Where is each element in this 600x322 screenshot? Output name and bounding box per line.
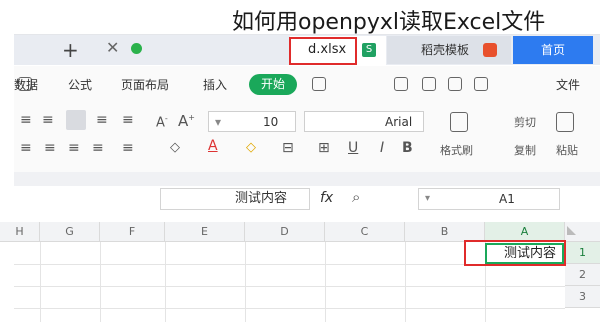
- font-grow-icon[interactable]: A+: [178, 112, 195, 130]
- format-painter-icon[interactable]: [450, 112, 468, 132]
- column-line: [100, 242, 101, 322]
- bold-button[interactable]: B: [402, 140, 413, 156]
- italic-button[interactable]: I: [380, 140, 384, 156]
- plus-icon[interactable]: +: [62, 38, 79, 62]
- fill-color-icon[interactable]: ◇: [246, 140, 256, 155]
- format-painter-label[interactable]: 格式刷: [440, 142, 473, 158]
- status-dot-icon: [131, 43, 142, 54]
- indent-icon[interactable]: ≡: [122, 112, 134, 128]
- font-color-icon[interactable]: A: [208, 138, 218, 154]
- align-top-icon[interactable]: ≡: [20, 112, 32, 128]
- print-preview-icon[interactable]: [394, 77, 408, 91]
- cell-highlight: [464, 240, 566, 266]
- row-header-1[interactable]: 1: [565, 242, 600, 264]
- save-icon[interactable]: [312, 77, 326, 91]
- column-header-g[interactable]: G: [40, 222, 100, 242]
- font-name-select[interactable]: Arial: [304, 111, 424, 132]
- menu-item-page-layout[interactable]: 页面布局: [121, 76, 169, 93]
- column-header-e[interactable]: E: [165, 222, 245, 242]
- menu-item-file[interactable]: 文件: [556, 76, 580, 93]
- tab-template-label: 稻壳模板: [421, 43, 470, 57]
- row-header-3[interactable]: 3: [565, 286, 600, 308]
- font-shrink-icon[interactable]: A-: [156, 114, 168, 130]
- column-line: [165, 242, 166, 322]
- search-icon[interactable]: ⌕: [352, 188, 360, 206]
- spreadsheet-icon: S: [362, 43, 376, 57]
- ribbon-divider: [14, 172, 600, 186]
- close-icon[interactable]: ✕: [106, 38, 119, 57]
- column-header-d[interactable]: D: [245, 222, 325, 242]
- justify-icon[interactable]: ≡: [92, 140, 104, 156]
- column-header-b[interactable]: B: [405, 222, 485, 242]
- select-all-icon: [567, 226, 576, 235]
- orientation-icon[interactable]: ≡: [96, 112, 108, 128]
- template-icon: [483, 43, 497, 57]
- font-size-value: 10: [263, 115, 279, 129]
- column-line: [325, 242, 326, 322]
- align-left-icon[interactable]: ≡: [20, 140, 32, 156]
- column-line: [40, 242, 41, 322]
- clear-format-icon[interactable]: ◇: [170, 140, 180, 155]
- undo-list-icon[interactable]: [474, 77, 488, 91]
- column-header-h[interactable]: H: [0, 222, 40, 242]
- menu-bar: [14, 66, 600, 103]
- tab-template[interactable]: 稻壳模板: [387, 36, 511, 64]
- file-tab-highlight: [289, 37, 357, 65]
- align-center-icon[interactable]: ≡: [44, 140, 56, 156]
- menu-item-insert[interactable]: 插入: [203, 76, 227, 93]
- menu-item-home[interactable]: 开始: [249, 74, 297, 95]
- paste-label[interactable]: 粘贴: [556, 142, 578, 158]
- menu-item-data[interactable]: 数据: [14, 76, 38, 93]
- merge-icon[interactable]: ⊟: [282, 140, 294, 156]
- font-name-value: Arial: [385, 115, 413, 129]
- align-middle-icon[interactable]: ≡: [42, 112, 54, 128]
- row-line: [14, 308, 565, 309]
- chevron-down-icon: ▾: [215, 115, 222, 129]
- cell-reference-box[interactable]: ▾ A1: [418, 188, 560, 210]
- function-icon[interactable]: fx: [320, 190, 333, 206]
- column-header-f[interactable]: F: [100, 222, 165, 242]
- column-header-a[interactable]: A: [485, 222, 565, 242]
- menu-item-formula[interactable]: 公式: [68, 76, 92, 93]
- export-icon[interactable]: [448, 77, 462, 91]
- copy-button[interactable]: 复制: [514, 142, 536, 158]
- chevron-down-icon: ▾: [425, 193, 431, 204]
- font-size-select[interactable]: ▾ 10: [208, 111, 296, 132]
- formula-input[interactable]: 测试内容: [160, 188, 310, 210]
- row-line: [14, 286, 565, 287]
- column-header-c[interactable]: C: [325, 222, 405, 242]
- page-caption: 如何用openpyxl读取Excel文件: [232, 10, 546, 35]
- distribute-icon[interactable]: ≡: [122, 140, 134, 156]
- formula-value: 测试内容: [235, 191, 288, 206]
- cell-reference-value: A1: [499, 192, 515, 206]
- tab-docer-home[interactable]: 首页: [513, 36, 593, 64]
- row-header-2[interactable]: 2: [565, 264, 600, 286]
- column-line: [405, 242, 406, 322]
- border-icon[interactable]: ⊞: [318, 140, 330, 156]
- column-line: [245, 242, 246, 322]
- align-right-icon[interactable]: ≡: [68, 140, 80, 156]
- align-bottom-icon[interactable]: [66, 110, 86, 130]
- print-icon[interactable]: [422, 77, 436, 91]
- paste-icon[interactable]: [556, 112, 574, 132]
- underline-button[interactable]: U: [348, 140, 358, 156]
- cut-button[interactable]: 剪切: [514, 114, 536, 130]
